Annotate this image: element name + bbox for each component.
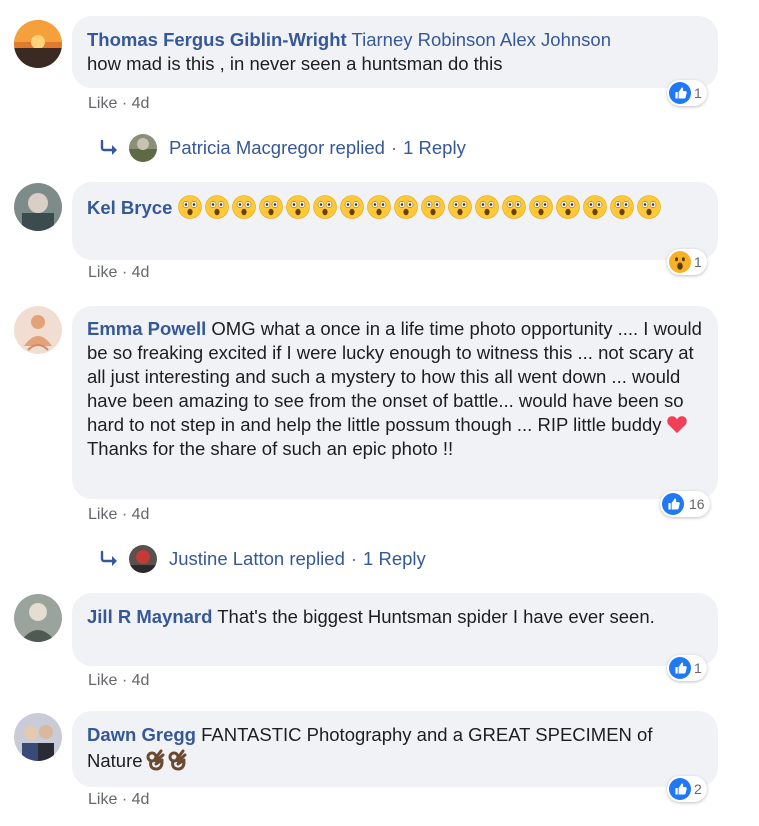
astonished-face-emoji [421, 195, 445, 219]
like-icon [669, 778, 691, 800]
wow-icon [669, 251, 691, 273]
like-button[interactable]: Like [88, 506, 117, 523]
comment-author[interactable]: Thomas Fergus Giblin-Wright [87, 29, 347, 50]
like-icon [662, 493, 684, 515]
avatar[interactable] [14, 306, 62, 354]
view-replies-link[interactable]: Patricia Macgregor replied · 1 Reply [99, 134, 466, 162]
astonished-face-emoji [529, 195, 553, 219]
reaction-count: 1 [694, 85, 702, 101]
avatar[interactable] [14, 713, 62, 761]
comment-bubble: Emma Powell OMG what a once in a life ti… [72, 306, 718, 499]
reply-author[interactable]: Patricia Macgregor replied [169, 137, 385, 159]
ok-hand-emoji [168, 749, 187, 771]
comment-timestamp[interactable]: · 4d [122, 672, 150, 689]
avatar[interactable] [14, 20, 62, 68]
comment-actions: Like · 4d [88, 791, 149, 809]
comment-author[interactable]: Kel Bryce [87, 197, 172, 218]
like-button[interactable]: Like [88, 95, 117, 112]
comment-author[interactable]: Emma Powell [87, 318, 206, 339]
comment-bubble: Thomas Fergus Giblin-Wright Tiarney Robi… [72, 16, 718, 88]
reaction-count: 2 [694, 781, 702, 797]
astonished-face-emoji [340, 195, 364, 219]
like-icon [669, 657, 691, 679]
reply-avatar [129, 545, 157, 573]
astonished-face-emoji [313, 195, 337, 219]
astonished-face-emoji [448, 195, 472, 219]
reply-count[interactable]: 1 Reply [363, 548, 426, 570]
tagged-users[interactable]: Tiarney Robinson Alex Johnson [352, 29, 612, 50]
astonished-face-emoji [205, 195, 229, 219]
astonished-face-emoji [502, 195, 526, 219]
astonished-face-emoji [178, 195, 202, 219]
comment-bubble: Dawn Gregg FANTASTIC Photography and a G… [72, 711, 718, 787]
comment-timestamp[interactable]: · 4d [122, 264, 150, 281]
astonished-face-emoji [556, 195, 580, 219]
comment-timestamp[interactable]: · 4d [122, 95, 150, 112]
reaction-count: 16 [689, 496, 705, 512]
astonished-face-emoji [583, 195, 607, 219]
reaction-summary[interactable]: 2 [667, 776, 707, 802]
comment-bubble: Jill R Maynard That's the biggest Huntsm… [72, 593, 718, 666]
separator: · [350, 548, 358, 569]
reaction-summary[interactable]: 1 [667, 249, 707, 275]
astonished-face-emoji [286, 195, 310, 219]
comment-timestamp[interactable]: · 4d [122, 506, 150, 523]
astonished-face-emoji [367, 195, 391, 219]
comment-timestamp[interactable]: · 4d [122, 791, 150, 808]
astonished-face-emoji [637, 195, 661, 219]
reaction-count: 1 [694, 254, 702, 270]
astonished-face-emoji [232, 195, 256, 219]
reaction-summary[interactable]: 1 [667, 655, 707, 681]
comment-text-continued: Thanks for the share of such an epic pho… [87, 438, 454, 459]
emoji-sequence [178, 197, 664, 218]
reply-arrow-icon [99, 139, 121, 157]
comment-author[interactable]: Dawn Gregg [87, 724, 196, 745]
reply-arrow-icon [99, 550, 121, 568]
astonished-face-emoji [259, 195, 283, 219]
like-button[interactable]: Like [88, 264, 117, 281]
avatar[interactable] [14, 183, 62, 231]
comment-author[interactable]: Jill R Maynard [87, 606, 212, 627]
comment-text: That's the biggest Huntsman spider I hav… [217, 606, 655, 627]
like-button[interactable]: Like [88, 791, 117, 808]
astonished-face-emoji [610, 195, 634, 219]
view-replies-link[interactable]: Justine Latton replied · 1 Reply [99, 545, 426, 573]
like-icon [669, 82, 691, 104]
reply-avatar [129, 134, 157, 162]
comment-actions: Like · 4d [88, 264, 149, 282]
comment-actions: Like · 4d [88, 95, 149, 113]
comment-text: how mad is this , in never seen a huntsm… [87, 53, 503, 74]
avatar[interactable] [14, 594, 62, 642]
like-button[interactable]: Like [88, 672, 117, 689]
comment-actions: Like · 4d [88, 672, 149, 690]
separator: · [390, 137, 398, 158]
comment-actions: Like · 4d [88, 506, 149, 524]
reaction-summary[interactable]: 1 [667, 80, 707, 106]
red-heart-emoji [666, 416, 687, 434]
reply-count[interactable]: 1 Reply [403, 137, 466, 159]
reply-author[interactable]: Justine Latton replied [169, 548, 345, 570]
reaction-summary[interactable]: 16 [660, 491, 710, 517]
reaction-count: 1 [694, 660, 702, 676]
astonished-face-emoji [394, 195, 418, 219]
ok-hand-emoji [146, 749, 165, 771]
comment-bubble: Kel Bryce [72, 182, 718, 260]
astonished-face-emoji [475, 195, 499, 219]
